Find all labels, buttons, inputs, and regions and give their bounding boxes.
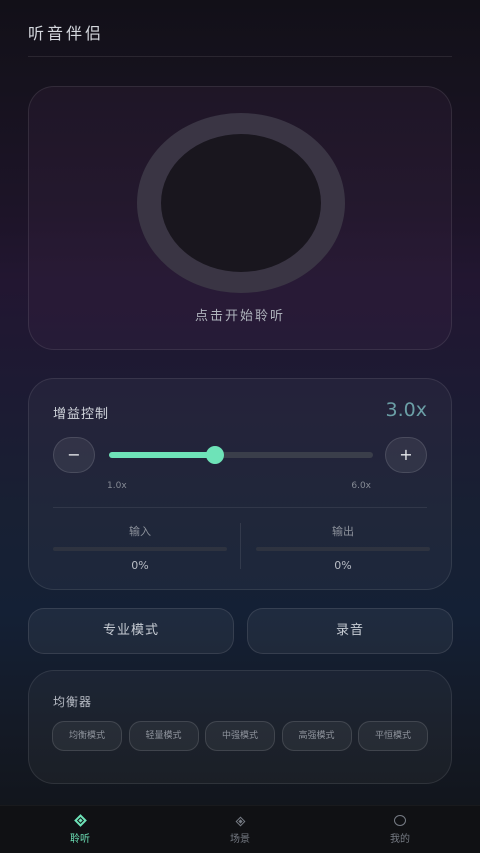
nav-item-scene[interactable]: 场景 bbox=[160, 806, 320, 853]
input-level: 输入 0% bbox=[53, 523, 227, 572]
eq-preset-light[interactable]: 轻量模式 bbox=[128, 721, 199, 751]
listen-diamond-icon bbox=[0, 812, 160, 828]
listen-button-core[interactable] bbox=[161, 134, 321, 272]
eq-preset-medium[interactable]: 中强模式 bbox=[205, 721, 275, 751]
scene-diamond-icon bbox=[160, 812, 320, 828]
gain-divider bbox=[53, 507, 427, 508]
gain-value: 3.0x bbox=[385, 399, 427, 421]
gain-max-label: 6.0x bbox=[351, 481, 371, 491]
pro-mode-button[interactable]: 专业模式 bbox=[28, 608, 234, 654]
equalizer-card: 均衡器 均衡模式 轻量模式 中强模式 高强模式 平恒模式 bbox=[28, 670, 452, 784]
output-level: 输出 0% bbox=[256, 523, 430, 572]
gain-title: 增益控制 bbox=[53, 407, 110, 422]
profile-circle-icon bbox=[320, 812, 480, 828]
nav-label-scene: 场景 bbox=[230, 834, 250, 845]
nav-item-listen[interactable]: 聆听 bbox=[0, 806, 160, 853]
equalizer-presets: 均衡模式 轻量模式 中强模式 高强模式 平恒模式 bbox=[52, 721, 428, 751]
output-label: 输出 bbox=[332, 525, 354, 538]
gain-slider[interactable] bbox=[109, 446, 373, 464]
gain-decrease-button[interactable]: − bbox=[53, 437, 95, 473]
input-label: 输入 bbox=[129, 525, 151, 538]
gain-min-label: 1.0x bbox=[107, 481, 127, 491]
nav-item-profile[interactable]: 我的 bbox=[320, 806, 480, 853]
nav-label-profile: 我的 bbox=[390, 834, 410, 845]
eq-preset-high[interactable]: 高强模式 bbox=[281, 721, 352, 751]
app-title: 听音伴侣 bbox=[28, 24, 105, 43]
listen-label: 点击开始聆听 bbox=[194, 309, 285, 324]
gain-slider-fill bbox=[109, 452, 215, 458]
bottom-nav: 聆听 场景 我的 bbox=[0, 805, 480, 853]
header-divider bbox=[28, 56, 452, 57]
input-value: 0% bbox=[131, 559, 149, 572]
eq-preset-balanced[interactable]: 均衡模式 bbox=[52, 721, 122, 751]
listen-card: 点击开始聆听 bbox=[28, 86, 452, 350]
gain-increase-button[interactable]: + bbox=[385, 437, 427, 473]
io-divider bbox=[240, 523, 241, 569]
gain-slider-thumb[interactable] bbox=[205, 446, 224, 464]
output-level-bar bbox=[256, 547, 430, 551]
eq-preset-flat[interactable]: 平恒模式 bbox=[358, 721, 428, 751]
gain-card: 增益控制 3.0x − + 1.0x 6.0x 输入 0% 输出 0% bbox=[28, 378, 452, 590]
nav-label-listen: 聆听 bbox=[70, 834, 90, 845]
input-level-bar bbox=[53, 547, 227, 551]
equalizer-title: 均衡器 bbox=[53, 695, 93, 709]
listen-button[interactable] bbox=[137, 113, 345, 293]
record-button[interactable]: 录音 bbox=[247, 608, 453, 654]
output-value: 0% bbox=[334, 559, 352, 572]
